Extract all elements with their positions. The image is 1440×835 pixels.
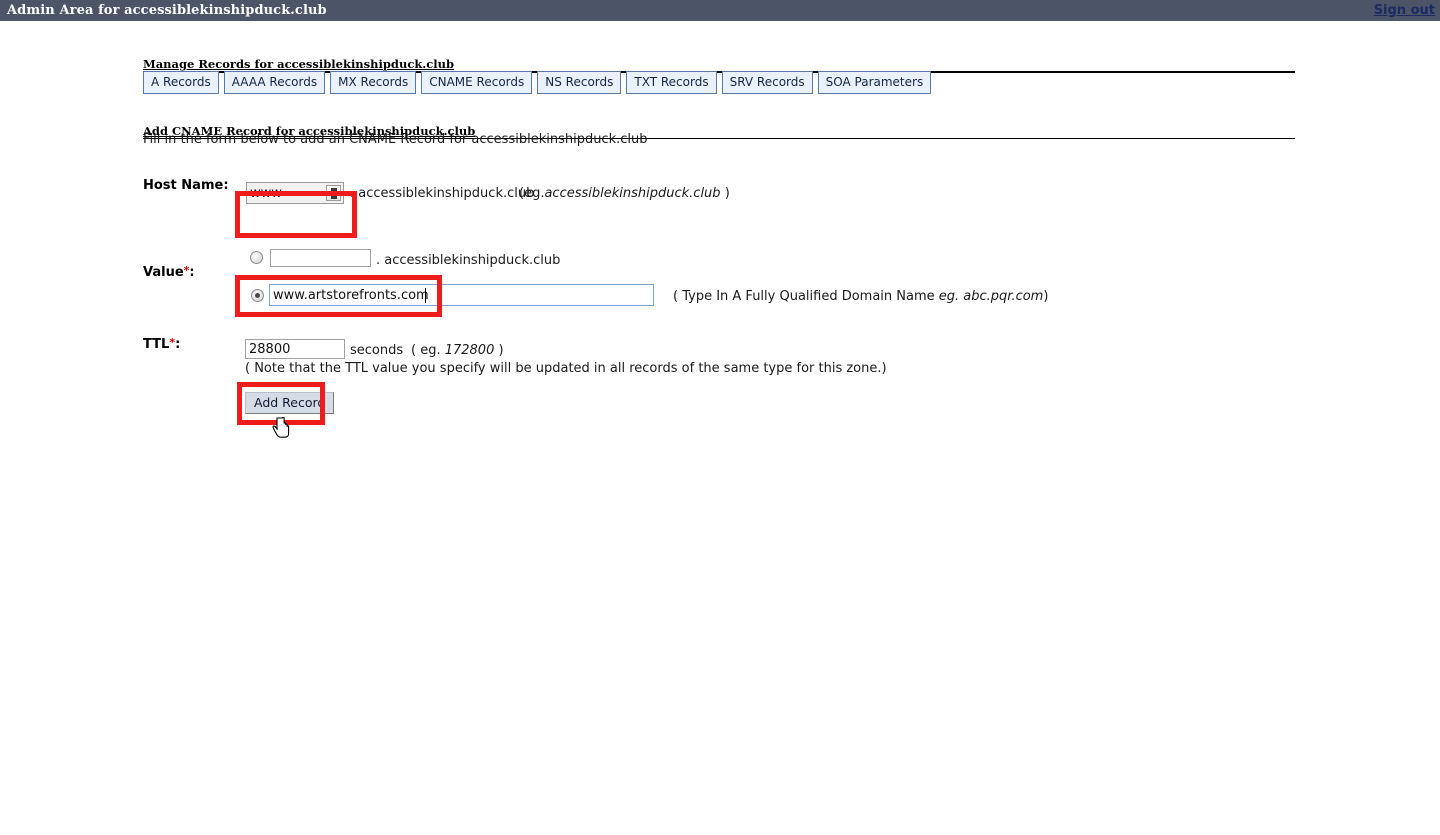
page-title: Admin Area for accessiblekinshipduck.clu… — [7, 3, 327, 18]
host-name-label: Host Name: — [143, 178, 229, 193]
ttl-label: TTL*: — [143, 336, 181, 352]
tab-ns-records[interactable]: NS Records — [537, 71, 622, 94]
value-label: Value*: — [143, 264, 195, 280]
tab-txt-records[interactable]: TXT Records — [626, 71, 717, 94]
window-title-bar: Admin Area for accessiblekinshipduck.clu… — [0, 0, 1440, 21]
ttl-hint: ( eg. 172800 ) — [411, 343, 504, 358]
value-option-subdomain-radio[interactable] — [250, 251, 263, 264]
value-fqdn-input[interactable] — [269, 284, 654, 306]
tab-soa-parameters[interactable]: SOA Parameters — [817, 71, 932, 94]
ttl-input[interactable] — [245, 339, 345, 359]
ttl-unit-label: seconds — [350, 343, 404, 358]
hand-pointer-cursor — [272, 417, 290, 438]
tab-a-records[interactable]: A Records — [143, 71, 219, 94]
host-name-hint: (eg.accessiblekinshipduck.club ) — [519, 186, 730, 201]
sign-out-link[interactable]: Sign out — [1374, 3, 1435, 18]
tab-srv-records[interactable]: SRV Records — [721, 71, 813, 94]
tab-mx-records[interactable]: MX Records — [330, 71, 417, 94]
record-type-tabs: A Records AAAA Records MX Records CNAME … — [143, 71, 932, 94]
manage-records-heading: Manage Records for accessiblekinshipduck… — [143, 57, 455, 71]
tab-aaaa-records[interactable]: AAAA Records — [223, 71, 326, 94]
autofill-icon[interactable] — [326, 185, 341, 201]
text-caret — [425, 288, 426, 303]
add-record-subtitle: Fill in the form below to add an CNAME R… — [143, 132, 648, 147]
page-body: Manage Records for accessiblekinshipduck… — [0, 21, 1440, 835]
add-record-button[interactable]: Add Record — [245, 392, 335, 414]
host-name-suffix: . accessiblekinshipduck.club — [350, 186, 535, 201]
tab-cname-records[interactable]: CNAME Records — [421, 71, 533, 94]
value-fqdn-hint: ( Type In A Fully Qualified Domain Name … — [673, 289, 1049, 304]
value-option-fqdn-radio[interactable] — [251, 289, 264, 302]
value-subdomain-input[interactable] — [270, 249, 371, 267]
value-subdomain-suffix: . accessiblekinshipduck.club — [376, 253, 561, 268]
ttl-note: ( Note that the TTL value you specify wi… — [245, 361, 887, 376]
